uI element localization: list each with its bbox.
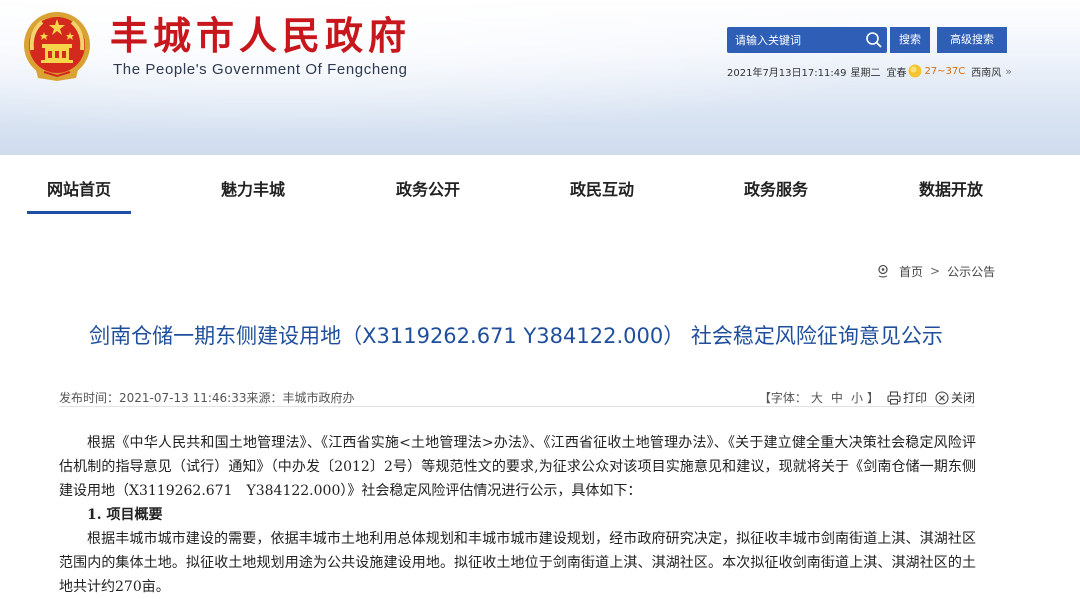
nav-item-open-data[interactable]: 数据开放 (919, 177, 983, 217)
nav-item-government-affairs-public[interactable]: 政务公开 (396, 177, 460, 217)
nav-item-government-services[interactable]: 政务服务 (744, 177, 808, 217)
search-button[interactable]: 搜索 (890, 27, 930, 53)
font-size-large-button[interactable]: 大 (811, 389, 823, 406)
weekday: 星期二 (850, 67, 881, 79)
printer-icon[interactable] (887, 390, 901, 405)
publish-time-label: 发布时间： (59, 391, 120, 405)
search-input[interactable] (727, 27, 859, 53)
print-button[interactable]: 打印 (903, 389, 927, 406)
temperature: 27~37C (924, 65, 966, 77)
article-meta: 发布时间：2021-07-13 11:46:33来源：丰城市政府办 【字体： 大… (59, 386, 975, 407)
article-body: 根据《中华人民共和国土地管理法》、《江西省实施<土地管理法>办法》、《江西省征收… (59, 431, 976, 599)
font-size-label-open: 【字体： (758, 391, 807, 405)
article-tools: 【字体： 大 中 小 】 打印 关闭 (759, 389, 975, 406)
search-icon[interactable] (865, 31, 883, 49)
site-title: 丰城市人民政府 (110, 14, 412, 58)
search-box (727, 27, 887, 53)
breadcrumb-separator: > (930, 264, 941, 278)
national-emblem-icon (24, 12, 90, 81)
article-paragraph: 根据丰城市城市建设的需要，依据丰城市土地利用总体规划和丰城市城市建设规划，经市政… (59, 531, 976, 595)
font-size-medium-button[interactable]: 中 (831, 389, 843, 406)
article-title: 剑南仓储一期东侧建设用地（X3119262.671 Y384122.000） 社… (89, 324, 943, 348)
nav-item-charm-fengcheng[interactable]: 魅力丰城 (221, 177, 285, 217)
current-datetime: 2021年7月13日17:11:49 (727, 67, 847, 79)
breadcrumb-current[interactable]: 公示公告 (947, 263, 995, 280)
nav-item-public-interaction[interactable]: 政民互动 (570, 177, 634, 217)
date-weather-bar: 2021年7月13日17:11:49 星期二 宜春 27~37C 西南风 » (727, 63, 1012, 79)
chevron-double-right-icon[interactable]: » (1005, 65, 1012, 78)
location-icon (878, 264, 888, 278)
font-size-label-close: 】 (866, 391, 879, 405)
section-heading: 1. 项目概要 (87, 507, 163, 523)
publish-info: 发布时间：2021-07-13 11:46:33来源：丰城市政府办 (59, 389, 355, 406)
weather-city: 宜春 (886, 67, 907, 79)
site-header: 丰城市人民政府 The People's Government Of Fengc… (0, 0, 1080, 155)
advanced-search-button[interactable]: 高级搜索 (937, 27, 1007, 53)
nav-item-home[interactable]: 网站首页 (26, 177, 132, 217)
site-title-english: The People's Government Of Fengcheng (113, 61, 408, 78)
article-paragraph: 根据《中华人民共和国土地管理法》、《江西省实施<土地管理法>办法》、《江西省征收… (59, 435, 976, 499)
sun-icon (908, 64, 922, 78)
source-name: 丰城市政府办 (282, 391, 355, 405)
breadcrumb-home-link[interactable]: 首页 (899, 263, 923, 280)
main-nav: 网站首页 魅力丰城 政务公开 政民互动 政务服务 数据开放 (0, 155, 1080, 225)
wind-direction: 西南风 (971, 67, 1002, 79)
source-label: 来源： (246, 391, 283, 405)
close-icon[interactable] (935, 390, 949, 405)
close-button[interactable]: 关闭 (951, 389, 975, 406)
font-size-small-button[interactable]: 小 (851, 389, 863, 406)
publish-time: 2021-07-13 11:46:33 (119, 391, 247, 405)
breadcrumb: 首页 > 公示公告 (876, 262, 995, 280)
